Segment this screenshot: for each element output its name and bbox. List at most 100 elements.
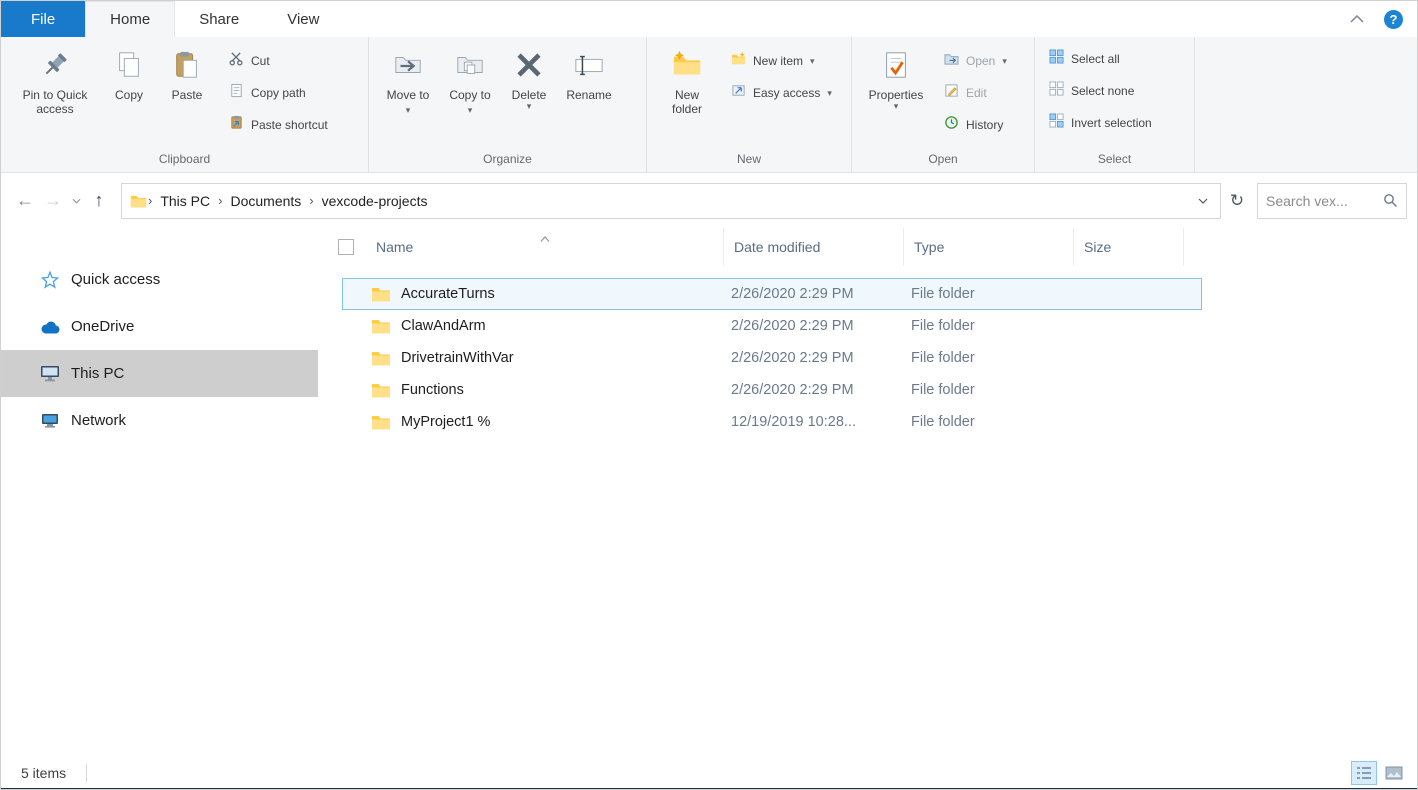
file-row-accurateturns[interactable]: AccurateTurns 2/26/2020 2:29 PM File fol… bbox=[342, 278, 1202, 310]
rename-button[interactable]: Rename bbox=[557, 41, 621, 104]
easy-access-button[interactable]: Easy access ▾ bbox=[725, 81, 838, 105]
sidebar-item-network[interactable]: Network bbox=[1, 397, 318, 444]
view-toggle-buttons bbox=[1351, 761, 1407, 785]
details-view-button[interactable] bbox=[1351, 761, 1377, 785]
chevron-down-icon bbox=[72, 198, 81, 204]
edit-button[interactable]: Edit bbox=[938, 81, 1013, 105]
new-folder-icon bbox=[672, 47, 702, 83]
paste-button[interactable]: Paste bbox=[157, 41, 217, 104]
address-dropdown-button[interactable] bbox=[1190, 184, 1216, 218]
caret-down-icon: ▾ bbox=[810, 57, 815, 66]
column-header-date-modified[interactable]: Date modified bbox=[724, 228, 904, 266]
cut-button[interactable]: Cut bbox=[223, 49, 334, 73]
tab-share[interactable]: Share bbox=[175, 1, 263, 37]
tabstrip-right-controls: ? bbox=[1346, 1, 1417, 37]
file-date-modified: 12/19/2019 10:28... bbox=[731, 414, 911, 430]
column-header-size[interactable]: Size bbox=[1074, 228, 1184, 266]
move-to-label: Move to bbox=[387, 88, 430, 102]
file-row-functions[interactable]: Functions 2/26/2020 2:29 PM File folder bbox=[342, 374, 1202, 406]
main-content: Quick access OneDrive This PC Network bbox=[1, 228, 1417, 758]
file-row-myproject1[interactable]: MyProject1 % 12/19/2019 10:28... File fo… bbox=[342, 406, 1202, 438]
properties-button[interactable]: Properties ▾ bbox=[860, 41, 932, 113]
invert-selection-label: Invert selection bbox=[1071, 116, 1152, 130]
folder-icon bbox=[371, 318, 391, 334]
open-button[interactable]: Open ▾ bbox=[938, 49, 1013, 73]
copy-button[interactable]: Copy bbox=[101, 41, 157, 104]
search-input[interactable] bbox=[1266, 193, 1383, 209]
select-all-button[interactable]: Select all bbox=[1043, 47, 1158, 71]
new-group-label: New bbox=[647, 150, 851, 172]
paste-shortcut-button[interactable]: Paste shortcut bbox=[223, 113, 334, 137]
file-type: File folder bbox=[911, 286, 1081, 302]
help-button[interactable]: ? bbox=[1384, 10, 1403, 29]
copy-path-icon bbox=[229, 83, 244, 103]
pin-to-quick-access-button[interactable]: Pin to Quick access bbox=[9, 41, 101, 118]
ribbon-group-open: Properties ▾ Open ▾ E bbox=[852, 37, 1035, 172]
this-pc-monitor-icon bbox=[39, 365, 61, 383]
refresh-button[interactable]: ↻ bbox=[1221, 183, 1253, 219]
history-label: History bbox=[966, 118, 1003, 132]
status-divider bbox=[86, 764, 87, 782]
large-icons-view-icon bbox=[1385, 766, 1403, 780]
tab-view[interactable]: View bbox=[263, 1, 343, 37]
details-view-icon bbox=[1356, 766, 1372, 780]
paste-shortcut-icon bbox=[229, 115, 244, 135]
select-all-icon bbox=[1049, 49, 1064, 69]
select-all-checkbox[interactable] bbox=[338, 239, 354, 255]
breadcrumb-vexcode-projects[interactable]: vexcode-projects bbox=[315, 193, 435, 209]
file-date-modified: 2/26/2020 2:29 PM bbox=[731, 318, 911, 334]
address-folder-icon bbox=[130, 194, 147, 208]
easy-access-label: Easy access bbox=[753, 86, 820, 100]
new-folder-button[interactable]: New folder bbox=[655, 41, 719, 118]
back-button[interactable]: ← bbox=[11, 187, 39, 215]
copy-to-label: Copy to bbox=[449, 88, 490, 102]
file-row-drivetrainwithvar[interactable]: DrivetrainWithVar 2/26/2020 2:29 PM File… bbox=[342, 342, 1202, 374]
open-icon bbox=[944, 51, 959, 71]
file-type: File folder bbox=[911, 318, 1081, 334]
file-name: Functions bbox=[401, 382, 731, 398]
cut-icon bbox=[229, 51, 244, 71]
column-header-label: Type bbox=[914, 239, 944, 255]
chevron-down-icon bbox=[1198, 198, 1208, 204]
sidebar-item-this-pc[interactable]: This PC bbox=[1, 350, 318, 397]
properties-icon bbox=[881, 47, 911, 83]
select-group-label: Select bbox=[1035, 150, 1194, 172]
file-list: Name Date modified Type Size AccurateTur… bbox=[318, 228, 1417, 758]
file-row-clawandarm[interactable]: ClawAndArm 2/26/2020 2:29 PM File folder bbox=[342, 310, 1202, 342]
select-none-button[interactable]: Select none bbox=[1043, 79, 1158, 103]
new-item-button[interactable]: New item ▾ bbox=[725, 49, 838, 73]
invert-selection-button[interactable]: Invert selection bbox=[1043, 111, 1158, 135]
up-button[interactable]: ↑ bbox=[85, 187, 113, 215]
tab-file[interactable]: File bbox=[1, 1, 85, 37]
forward-button[interactable]: → bbox=[39, 187, 67, 215]
move-to-button[interactable]: Move to ▾ bbox=[377, 41, 439, 118]
cut-label: Cut bbox=[251, 54, 270, 68]
tab-home[interactable]: Home bbox=[85, 1, 175, 37]
recent-locations-button[interactable] bbox=[67, 187, 85, 215]
collapse-ribbon-button[interactable] bbox=[1346, 8, 1368, 30]
column-header-type[interactable]: Type bbox=[904, 228, 1074, 266]
delete-button[interactable]: Delete ▾ bbox=[501, 41, 557, 113]
clipboard-group-label: Clipboard bbox=[1, 150, 368, 172]
copy-path-button[interactable]: Copy path bbox=[223, 81, 334, 105]
file-name: ClawAndArm bbox=[401, 318, 731, 334]
properties-label: Properties bbox=[869, 88, 924, 102]
navigation-pane: Quick access OneDrive This PC Network bbox=[1, 228, 318, 758]
copy-icon bbox=[114, 47, 144, 83]
easy-access-icon bbox=[731, 83, 746, 103]
paste-icon bbox=[172, 47, 202, 83]
copy-to-button[interactable]: Copy to ▾ bbox=[439, 41, 501, 118]
sidebar-item-onedrive[interactable]: OneDrive bbox=[1, 303, 318, 350]
sidebar-item-label: OneDrive bbox=[71, 318, 134, 335]
edit-label: Edit bbox=[966, 86, 987, 100]
large-icons-view-button[interactable] bbox=[1381, 761, 1407, 785]
breadcrumb-this-pc[interactable]: This PC bbox=[153, 193, 217, 209]
items-count: 5 items bbox=[21, 765, 66, 781]
history-button[interactable]: History bbox=[938, 113, 1013, 137]
folder-icon bbox=[371, 350, 391, 366]
delete-label: Delete bbox=[512, 88, 547, 102]
breadcrumb-documents[interactable]: Documents bbox=[223, 193, 308, 209]
address-bar[interactable]: › This PC › Documents › vexcode-projects bbox=[121, 183, 1221, 219]
column-header-name[interactable]: Name bbox=[366, 228, 724, 266]
sidebar-item-quick-access[interactable]: Quick access bbox=[1, 256, 318, 303]
